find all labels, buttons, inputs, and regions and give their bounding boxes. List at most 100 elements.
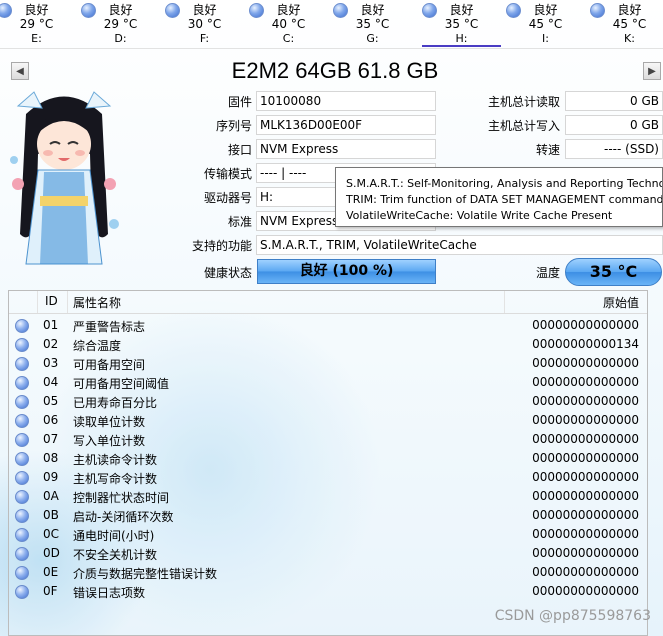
table-header: ID 属性名称 原始值 [9,291,647,314]
drive-tab-temp: 30 °C [187,17,222,31]
attribute-id: 06 [43,413,59,427]
attribute-id: 0E [43,565,59,579]
attribute-id: 09 [43,470,59,484]
status-dot-icon [15,528,29,542]
next-disk-button[interactable]: ▶ [643,62,661,80]
table-row[interactable]: 03 可用备用空间 00000000000000 [9,354,647,373]
host-writes-label: 主机总计写入 [487,119,560,133]
host-reads-label: 主机总计读取 [487,95,560,109]
drive-tab-temp: 45 °C [528,17,563,31]
table-row[interactable]: 0D 不安全关机计数 00000000000000 [9,544,647,563]
status-dot-icon [15,509,29,523]
drive-tab-g[interactable]: 良好 35 °C G: [331,0,414,48]
serial-label: 序列号 [215,119,252,133]
drive-tab-letter: F: [199,32,210,45]
drive-tab-e[interactable]: 良好 29 °C E: [0,0,78,48]
table-row[interactable]: 06 读取单位计数 00000000000000 [9,411,647,430]
health-label: 健康状态 [203,266,252,280]
attribute-id: 0B [43,508,59,522]
attribute-name: 综合温度 [73,339,122,353]
drive-tab-d[interactable]: 良好 29 °C D: [79,0,162,48]
table-row[interactable]: 0C 通电时间(小时) 00000000000000 [9,525,647,544]
table-row[interactable]: 01 严重警告标志 00000000000000 [9,316,647,335]
table-row[interactable]: 0E 介质与数据完整性错误计数 00000000000000 [9,563,647,582]
table-row[interactable]: 0F 错误日志项数 00000000000000 [9,582,647,601]
drive-tab-letter: D: [114,32,127,45]
drive-tab-letter: I: [542,32,549,45]
drive-tab-letter: H: [455,32,468,45]
attribute-id: 05 [43,394,59,408]
attribute-id: 04 [43,375,59,389]
attribute-raw-value: 00000000000000 [532,489,639,503]
column-header-raw[interactable]: 原始值 [603,294,639,311]
arrow-right-icon: ▶ [648,65,656,77]
active-tab-indicator [422,45,501,47]
attribute-name: 启动-关闭循环次数 [73,510,174,524]
table-row[interactable]: 0B 启动-关闭循环次数 00000000000000 [9,506,647,525]
tooltip-line-trim: TRIM: Trim function of DATA SET MANAGEME… [346,193,663,206]
attribute-id: 0F [43,584,58,598]
attribute-raw-value: 00000000000000 [532,508,639,522]
interface-label: 接口 [227,143,252,157]
drive-tab-status: 良好 [533,3,558,17]
attribute-raw-value: 00000000000000 [532,584,639,598]
rotation-label: 转速 [535,143,560,157]
attribute-name: 可用备用空间 [73,358,146,372]
table-row[interactable]: 04 可用备用空间阈值 00000000000000 [9,373,647,392]
attribute-raw-value: 00000000000000 [532,356,639,370]
drive-tab-letter: K: [624,32,635,45]
table-row[interactable]: 07 写入单位计数 00000000000000 [9,430,647,449]
smart-attributes-table[interactable]: ID 属性名称 原始值 01 严重警告标志 00000000000000 02 综合温度… [8,290,648,636]
drive-tab-c[interactable]: 良好 40 °C C: [247,0,330,48]
drive-tab-temp: 40 °C [271,17,306,31]
attribute-name: 读取单位计数 [73,415,146,429]
attribute-id: 0D [43,546,60,560]
column-separator [67,291,68,313]
host-reads-field: 0 GB [565,91,663,111]
status-dot-icon [15,566,29,580]
temperature-button[interactable]: 35 °C [565,258,662,286]
attribute-raw-value: 00000000000000 [532,432,639,446]
health-status-button[interactable]: 良好 (100 %) [257,259,436,284]
attribute-name: 主机读命令计数 [73,453,158,467]
tooltip-line-vwc: VolatileWriteCache: Volatile Write Cache… [346,209,613,222]
status-dot-icon [15,452,29,466]
table-row[interactable]: 0A 控制器忙状态时间 00000000000000 [9,487,647,506]
drive-tab-status: 良好 [449,3,474,17]
column-header-id[interactable]: ID [45,294,58,308]
table-row[interactable]: 08 主机读命令计数 00000000000000 [9,449,647,468]
drive-tab-status: 良好 [108,3,133,17]
watermark: CSDN @pp875598763 [494,608,651,624]
table-row[interactable]: 02 综合温度 00000000000134 [9,335,647,354]
status-dot-icon [15,547,29,561]
table-row[interactable]: 05 已用寿命百分比 00000000000000 [9,392,647,411]
drive-letter-label: 驱动器号 [203,191,252,205]
temperature-label: 温度 [535,266,560,280]
column-separator [37,291,38,313]
host-writes-field: 0 GB [565,115,663,135]
status-dot-icon [15,338,29,352]
firmware-label: 固件 [227,95,252,109]
drive-tab-status: 良好 [360,3,385,17]
attribute-name: 错误日志项数 [73,586,146,600]
drive-tab-temp: 29 °C [19,17,54,31]
attribute-id: 08 [43,451,59,465]
attribute-id: 03 [43,356,59,370]
firmware-field: 10100080 [256,91,436,111]
drive-tab-k[interactable]: 良好 45 °C K: [588,0,663,48]
rotation-field: ---- (SSD) [565,139,663,159]
transfer-mode-label: 传输模式 [203,167,252,181]
attribute-id: 01 [43,318,59,332]
drive-tab-letter: C: [282,32,295,45]
column-header-name[interactable]: 属性名称 [73,294,121,311]
status-dot-icon [15,471,29,485]
attribute-name: 主机写命令计数 [73,472,158,486]
drive-tab-f[interactable]: 良好 30 °C F: [163,0,246,48]
previous-disk-button[interactable]: ◀ [11,62,29,80]
attribute-id: 0C [43,527,60,541]
table-row[interactable]: 09 主机写命令计数 00000000000000 [9,468,647,487]
features-field[interactable]: S.M.A.R.T., TRIM, VolatileWriteCache [256,235,663,255]
drive-tab-h[interactable]: 良好 35 °C H: [420,0,503,48]
mascot-character-image [10,91,119,265]
drive-tab-i[interactable]: 良好 45 °C I: [504,0,587,48]
